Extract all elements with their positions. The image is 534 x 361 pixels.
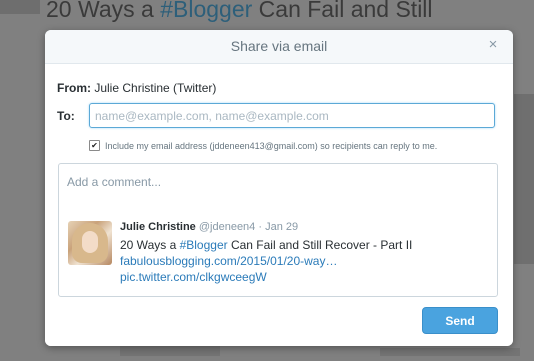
tweet-text-suffix: Can Fail and Still Recover - Part II: [227, 238, 413, 252]
dialog-body: From: Julie Christine (Twitter) To: ✔ In…: [45, 64, 513, 346]
tweet-text: 20 Ways a #Blogger Can Fail and Still Re…: [120, 237, 480, 253]
include-email-row[interactable]: ✔ Include my email address (jddeneen413@…: [89, 140, 437, 151]
from-label: From:: [57, 81, 91, 95]
comment-textarea[interactable]: Add a comment... Julie Christine @jdenee…: [58, 163, 498, 297]
tweet-date: Jan 29: [265, 221, 299, 233]
tweet-author-name: Julie Christine: [120, 221, 196, 233]
avatar: [68, 221, 112, 265]
to-label: To:: [57, 109, 75, 123]
include-email-checkbox[interactable]: ✔: [89, 140, 100, 151]
background-article-title: 20 Ways a #Blogger Can Fail and Still: [46, 0, 433, 23]
tweet-separator: ·: [258, 221, 263, 233]
send-email-button[interactable]: Send email: [422, 307, 498, 346]
background-side-panel: [514, 94, 534, 264]
tweet-author-handle: @jdeneen4: [198, 221, 256, 233]
background-element: [0, 0, 40, 14]
tweet-url-link[interactable]: fabulousblogging.com/2015/01/20-way…: [120, 253, 480, 269]
tweet-pic-link[interactable]: pic.twitter.com/clkgwceegW: [120, 269, 480, 285]
dialog-header: Share via email ×: [45, 30, 513, 64]
to-email-input[interactable]: [89, 103, 495, 128]
tweet-hashtag-link[interactable]: #Blogger: [180, 238, 228, 252]
background-title-prefix: 20 Ways a: [46, 0, 161, 22]
background-footer-block: [120, 346, 220, 356]
tweet-content: Julie Christine @jdeneen4 · Jan 29 20 Wa…: [120, 221, 480, 285]
from-row: From: Julie Christine (Twitter): [57, 81, 216, 95]
tweet-text-prefix: 20 Ways a: [120, 238, 180, 252]
share-via-email-dialog: Share via email × From: Julie Christine …: [45, 30, 513, 346]
tweet-preview: Julie Christine @jdeneen4 · Jan 29 20 Wa…: [68, 221, 488, 291]
from-value: Julie Christine (Twitter): [94, 81, 217, 95]
background-footer-block-right: [380, 348, 520, 356]
background-title-suffix: Can Fail and Still: [252, 0, 433, 22]
include-email-label: Include my email address (jddeneen413@gm…: [105, 140, 438, 151]
dialog-title: Share via email: [230, 38, 328, 54]
close-icon[interactable]: ×: [485, 37, 501, 53]
comment-placeholder: Add a comment...: [67, 175, 162, 189]
tweet-header: Julie Christine @jdeneen4 · Jan 29: [120, 221, 480, 233]
background-title-hashtag: #Blogger: [160, 0, 253, 22]
